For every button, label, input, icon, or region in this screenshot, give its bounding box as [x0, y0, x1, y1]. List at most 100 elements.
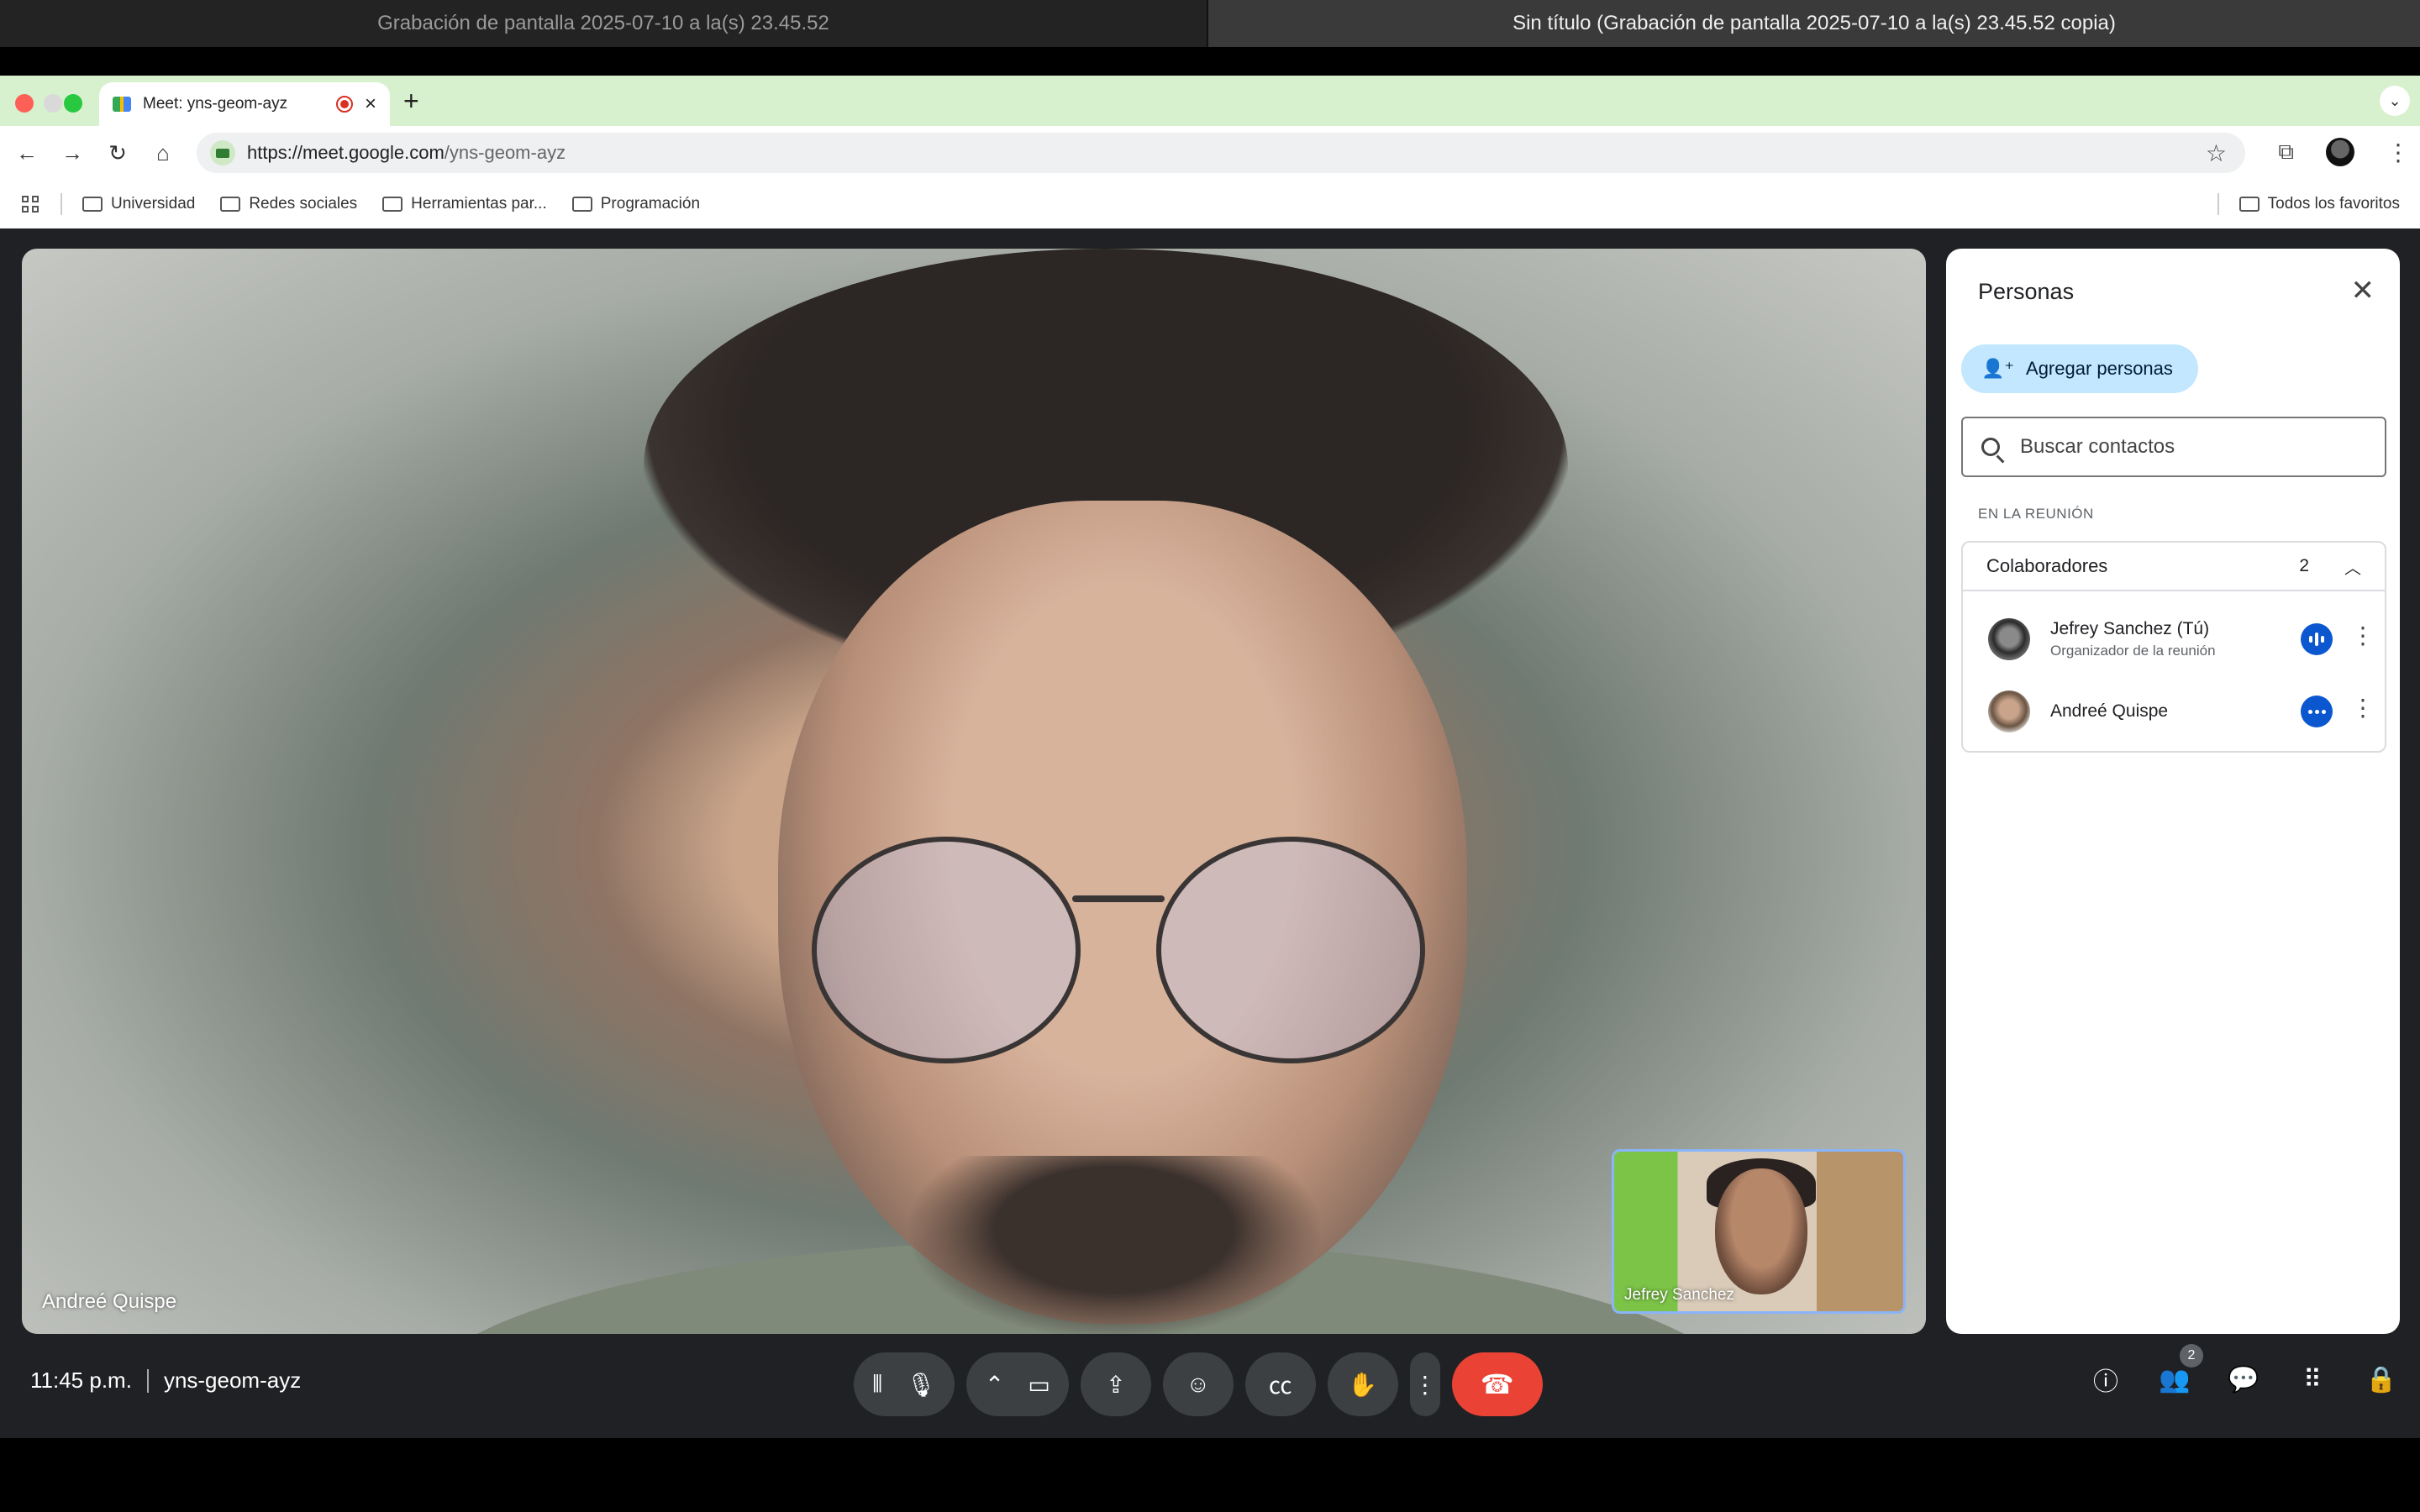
extensions-icon[interactable]: ⧉	[2278, 139, 2294, 165]
bookmark-folder-redes-sociales[interactable]: Redes sociales	[220, 195, 357, 213]
fullscreen-window-button[interactable]	[64, 94, 82, 113]
info-divider	[146, 1368, 149, 1393]
close-window-button[interactable]	[15, 94, 34, 113]
reactions-button[interactable]: ☺	[1162, 1352, 1234, 1416]
main-speaker-name: Andreé Quispe	[42, 1290, 177, 1313]
minimize-window-button[interactable]	[44, 94, 62, 113]
participants-group: Colaboradores 2 ︿ Jefrey Sanchez (Tú) Or…	[1961, 541, 2386, 753]
bookmarks-bar: Universidad Redes sociales Herramientas …	[0, 180, 2420, 228]
camera-site-icon[interactable]	[210, 140, 235, 165]
present-screen-button[interactable]: ⇪	[1080, 1352, 1151, 1416]
captions-button[interactable]: ㏄	[1244, 1352, 1316, 1416]
apps-grid-icon[interactable]	[22, 196, 39, 213]
end-call-button[interactable]: ☎	[1451, 1352, 1543, 1416]
folder-icon	[2238, 197, 2260, 212]
all-bookmarks[interactable]: Todos los favoritos	[2217, 180, 2400, 228]
control-bar: 11:45 p.m. yns-geom-ayz ⦀ 🎙 ⌃ ▭ ⇪ ☺ ㏄ ✋ …	[0, 1334, 2420, 1438]
people-icon[interactable]: 👥 2	[2158, 1344, 2203, 1396]
emoji-icon: ☺	[1186, 1371, 1211, 1397]
search-icon	[1981, 438, 2000, 456]
hand-icon: ✋	[1348, 1371, 1378, 1398]
new-tab-button[interactable]: +	[403, 86, 419, 117]
home-button[interactable]: ⌂	[150, 139, 176, 166]
self-view-name: Jefrey Sanchez	[1624, 1286, 1734, 1304]
participant-name: Andreé Quispe	[2050, 701, 2169, 721]
add-people-button[interactable]: 👤⁺ Agregar personas	[1961, 344, 2198, 393]
more-options-icon[interactable]: ⋮	[2351, 694, 2375, 722]
bookmark-star-icon[interactable]: ☆	[2206, 139, 2227, 167]
recording-tab-original[interactable]: Grabación de pantalla 2025-07-10 a la(s)…	[0, 0, 1208, 47]
meet-favicon-icon	[113, 97, 131, 112]
camera-icon[interactable]: ▭	[1028, 1371, 1050, 1399]
toolbar-actions: ⧉ ⋮	[2278, 138, 2410, 166]
bookmark-label: Programación	[600, 195, 701, 213]
folder-icon	[571, 197, 592, 212]
bookmarks-divider	[2217, 193, 2219, 215]
meeting-code: yns-geom-ayz	[163, 1368, 302, 1393]
folder-icon	[220, 197, 241, 212]
address-bar[interactable]: https://meet.google.com/yns-geom-ayz ☆	[197, 133, 2245, 173]
search-contacts-input[interactable]: Buscar contactos	[1961, 417, 2386, 477]
browser-toolbar: ← → ↻ ⌂ https://meet.google.com/yns-geom…	[0, 126, 2420, 180]
all-bookmarks-label: Todos los favoritos	[2267, 195, 2400, 213]
meeting-time: 11:45 p.m.	[30, 1368, 132, 1393]
audio-status-icon	[2301, 696, 2333, 727]
avatar	[1988, 690, 2030, 732]
more-vertical-icon: ⋮	[1413, 1371, 1437, 1398]
bookmark-folder-programacion[interactable]: Programación	[571, 195, 701, 213]
url-text: https://meet.google.com/yns-geom-ayz	[247, 142, 566, 164]
bookmark-label: Herramientas par...	[411, 195, 547, 213]
tab-close-icon[interactable]: ×	[365, 94, 376, 114]
raise-hand-button[interactable]: ✋	[1327, 1352, 1398, 1416]
participant-row[interactable]: Jefrey Sanchez (Tú) Organizador de la re…	[1988, 618, 2375, 660]
more-options-button[interactable]: ⋮	[1409, 1352, 1440, 1416]
panel-title: Personas	[1978, 279, 2075, 304]
bookmark-label: Universidad	[111, 195, 196, 213]
microphone-icon[interactable]: 🎙	[906, 1371, 936, 1399]
bookmarks-divider	[60, 193, 62, 215]
recording-tab-strip: Grabación de pantalla 2025-07-10 a la(s)…	[0, 0, 2420, 47]
meeting-details-icon[interactable]: ⓘ	[2089, 1362, 2123, 1396]
tab-title: Meet: yns-geom-ayz	[143, 95, 288, 113]
meet-stage: Andreé Quispe Jefrey Sanchez Personas ✕ …	[0, 228, 2420, 1438]
activities-grid-icon[interactable]: ⠿	[2296, 1362, 2329, 1396]
more-options-icon[interactable]: ⋮	[2351, 622, 2375, 649]
tab-search-button[interactable]: ⌄	[2380, 86, 2410, 116]
chevron-up-icon[interactable]: ⌃	[985, 1371, 1004, 1399]
profile-avatar[interactable]	[2326, 138, 2354, 166]
speaking-indicator-icon	[2301, 623, 2333, 655]
group-header[interactable]: Colaboradores 2 ︿	[1963, 543, 2385, 591]
section-label: EN LA REUNIÓN	[1978, 506, 2094, 522]
add-person-icon: 👤⁺	[1981, 358, 2015, 379]
group-name: Colaboradores	[1986, 555, 2108, 576]
back-button[interactable]: ←	[13, 139, 40, 166]
group-count: 2	[2299, 556, 2309, 575]
phone-hangup-icon: ☎	[1480, 1369, 1514, 1399]
people-panel: Personas ✕ 👤⁺ Agregar personas Buscar co…	[1946, 249, 2400, 1334]
recording-tab-copy[interactable]: Sin título (Grabación de pantalla 2025-0…	[1208, 0, 2420, 47]
browser-menu-icon[interactable]: ⋮	[2386, 139, 2410, 166]
video-glasses	[795, 837, 1450, 1080]
chat-icon[interactable]: 💬	[2227, 1362, 2260, 1396]
forward-button[interactable]: →	[59, 139, 86, 166]
bookmark-label: Redes sociales	[249, 195, 358, 213]
avatar	[1988, 618, 2030, 660]
folder-icon	[382, 197, 403, 212]
bookmark-folder-universidad[interactable]: Universidad	[82, 195, 195, 213]
bookmark-folder-herramientas[interactable]: Herramientas par...	[382, 195, 547, 213]
chevron-up-icon[interactable]: ︿	[2344, 554, 2361, 579]
reload-button[interactable]: ↻	[104, 139, 131, 166]
microphone-control[interactable]: ⦀ 🎙	[854, 1352, 955, 1416]
add-people-label: Agregar personas	[2026, 358, 2173, 379]
participant-name: Jefrey Sanchez (Tú)	[2050, 619, 2210, 638]
participant-role: Organizador de la reunión	[2050, 643, 2216, 659]
tab-meet[interactable]: Meet: yns-geom-ayz ×	[99, 82, 390, 126]
people-count-badge: 2	[2180, 1344, 2203, 1368]
camera-control[interactable]: ⌃ ▭	[965, 1352, 1069, 1416]
video-beard	[904, 1156, 1324, 1334]
close-icon[interactable]: ✕	[2351, 274, 2375, 307]
browser-window: Meet: yns-geom-ayz × + ⌄ ← → ↻ ⌂ https:/…	[0, 76, 2420, 228]
self-view-tile[interactable]: Jefrey Sanchez	[1612, 1149, 1906, 1314]
host-controls-icon[interactable]: 🔒	[2365, 1362, 2398, 1396]
participant-row[interactable]: Andreé Quispe ⋮	[1988, 690, 2375, 732]
